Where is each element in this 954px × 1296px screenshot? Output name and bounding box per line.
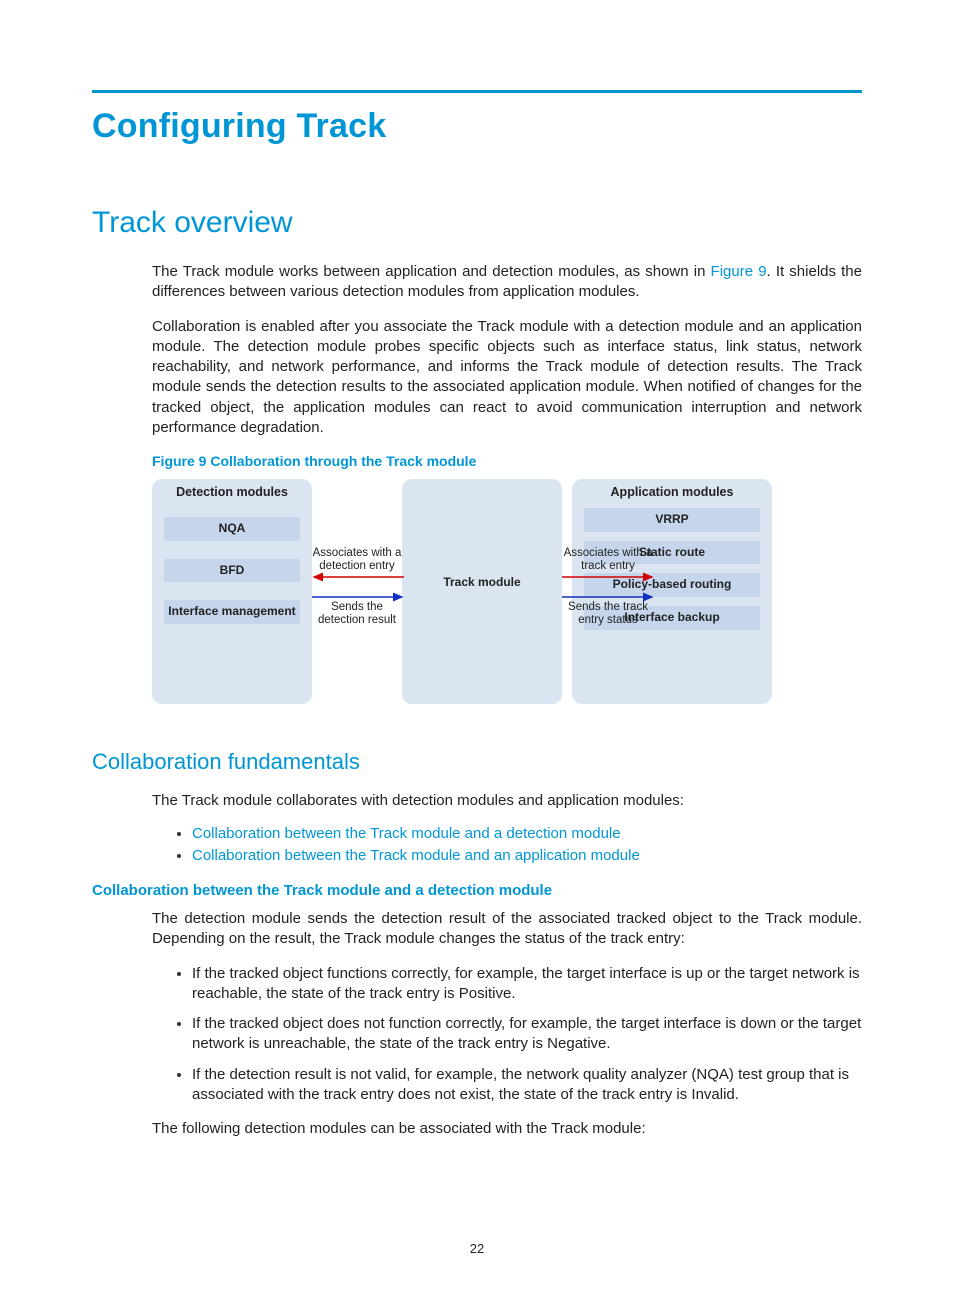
detection-intro-wrap: The detection module sends the detection…: [152, 909, 862, 950]
fundamentals-intro: The Track module collaborates with detec…: [152, 791, 862, 811]
detection-chip-bfd: BFD: [164, 559, 300, 583]
label-assoc-track: Associates with a track entry: [558, 547, 658, 573]
heading-h1: Configuring Track: [92, 107, 862, 146]
detection-outro-wrap: The following detection modules can be a…: [152, 1119, 862, 1139]
page-number: 22: [0, 1241, 954, 1256]
detection-intro: The detection module sends the detection…: [152, 909, 862, 950]
fundamentals-link-1[interactable]: Collaboration between the Track module a…: [192, 825, 621, 842]
app-chip-pbr: Policy-based routing: [584, 573, 760, 597]
track-module-label: Track module: [402, 575, 562, 589]
fundamentals-link-2[interactable]: Collaboration between the Track module a…: [192, 847, 640, 864]
track-panel: Track module: [402, 479, 562, 704]
detection-title: Detection modules: [152, 479, 312, 499]
figure-9-link[interactable]: Figure 9: [711, 263, 767, 280]
overview-p1: The Track module works between applicati…: [152, 262, 862, 303]
list-item: Collaboration between the Track module a…: [192, 847, 862, 864]
list-item: Collaboration between the Track module a…: [192, 825, 862, 842]
app-chip-vrrp: VRRP: [584, 508, 760, 532]
label-assoc-detection: Associates with a detection entry: [307, 547, 407, 573]
detection-chip-ifm: Interface management: [164, 600, 300, 624]
detection-chip-nqa: NQA: [164, 517, 300, 541]
overview-p1-prefix: The Track module works between applicati…: [152, 263, 711, 280]
fundamentals-body: The Track module collaborates with detec…: [152, 791, 862, 811]
detection-outro: The following detection modules can be a…: [152, 1119, 862, 1139]
heading-detection-collab: Collaboration between the Track module a…: [92, 882, 862, 899]
figure-9-diagram: Detection modules NQA BFD Interface mana…: [152, 479, 862, 719]
page: Configuring Track Track overview The Tra…: [0, 0, 954, 1296]
application-panel: Application modules VRRP Static route Po…: [572, 479, 772, 704]
heading-overview: Track overview: [92, 206, 862, 240]
detection-panel: Detection modules NQA BFD Interface mana…: [152, 479, 312, 704]
application-title: Application modules: [572, 479, 772, 499]
list-item: If the tracked object functions correctl…: [192, 964, 862, 1005]
overview-p2: Collaboration is enabled after you assoc…: [152, 317, 862, 439]
figure-caption: Figure 9 Collaboration through the Track…: [152, 452, 862, 471]
list-item: If the tracked object does not function …: [192, 1014, 862, 1055]
label-sends-track: Sends the track entry status: [558, 601, 658, 627]
heading-fundamentals: Collaboration fundamentals: [92, 749, 862, 775]
list-item: If the detection result is not valid, fo…: [192, 1065, 862, 1106]
top-rule: [92, 90, 862, 93]
fundamentals-link-list: Collaboration between the Track module a…: [92, 825, 862, 864]
overview-body: The Track module works between applicati…: [152, 262, 862, 471]
detection-bullets: If the tracked object functions correctl…: [92, 964, 862, 1106]
label-sends-detection: Sends the detection result: [307, 601, 407, 627]
